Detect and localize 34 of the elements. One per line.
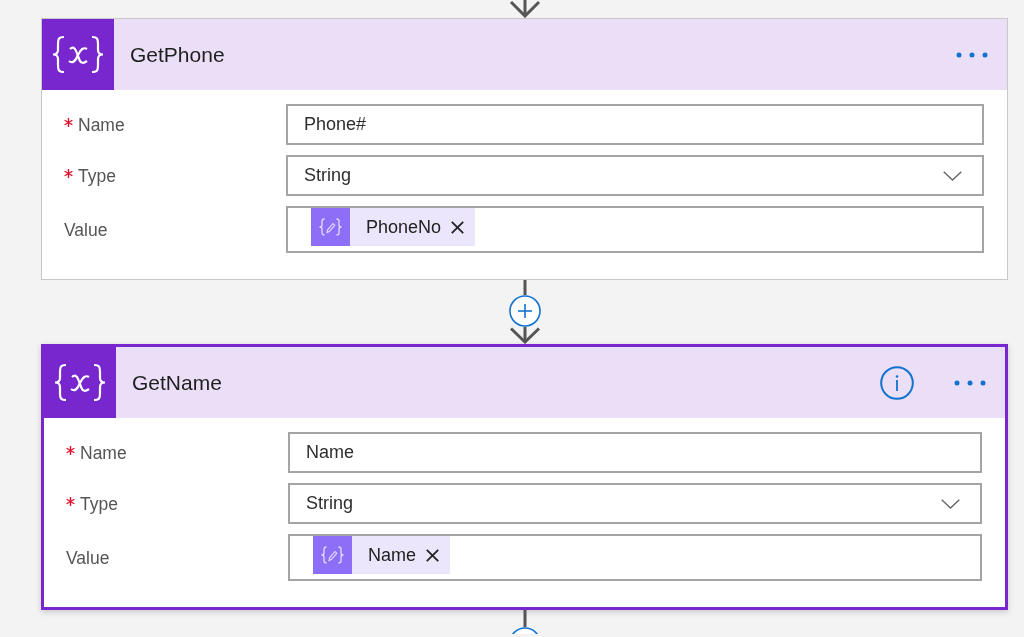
field-label: Value bbox=[64, 218, 108, 241]
chevron-down-icon bbox=[943, 170, 962, 181]
field-label: Name bbox=[80, 441, 127, 464]
card-header[interactable]: GetName bbox=[44, 347, 1005, 418]
field-label: Type bbox=[78, 164, 116, 187]
add-step-button[interactable] bbox=[508, 295, 541, 327]
token-field[interactable]: Name bbox=[288, 534, 982, 581]
variable-icon bbox=[44, 347, 116, 418]
token-field[interactable]: PhoneNo bbox=[286, 206, 984, 253]
variable-icon bbox=[42, 19, 114, 90]
variable-edit-icon bbox=[311, 208, 350, 246]
close-icon[interactable] bbox=[451, 220, 465, 234]
card-title: GetName bbox=[132, 370, 223, 395]
field-label: Type bbox=[80, 492, 118, 515]
dropdown-field[interactable]: String bbox=[286, 155, 984, 196]
dynamic-content-token[interactable]: PhoneNo bbox=[311, 208, 476, 246]
card-title: GetPhone bbox=[130, 42, 226, 67]
token-label: PhoneNo bbox=[366, 216, 442, 238]
variable-edit-icon bbox=[313, 536, 352, 574]
text-field[interactable]: Name bbox=[288, 432, 982, 473]
close-icon[interactable] bbox=[426, 548, 439, 562]
field-label: Value bbox=[66, 546, 110, 569]
more-options-icon[interactable] bbox=[954, 379, 986, 386]
text-field[interactable]: Phone# bbox=[286, 104, 984, 145]
info-icon[interactable] bbox=[880, 365, 914, 400]
more-options-icon[interactable] bbox=[956, 51, 988, 58]
chevron-down-icon bbox=[941, 498, 960, 509]
action-card[interactable]: GetName Name Name Type String Value Name bbox=[41, 344, 1008, 610]
dropdown-field[interactable]: String bbox=[288, 483, 982, 524]
card-header[interactable]: GetPhone bbox=[42, 19, 1007, 90]
field-label: Name bbox=[78, 113, 125, 136]
dynamic-content-token[interactable]: Name bbox=[313, 536, 450, 574]
action-card[interactable]: GetPhone Name Phone# Type String Value PhoneNo bbox=[41, 18, 1008, 280]
token-label: Name bbox=[368, 544, 416, 566]
